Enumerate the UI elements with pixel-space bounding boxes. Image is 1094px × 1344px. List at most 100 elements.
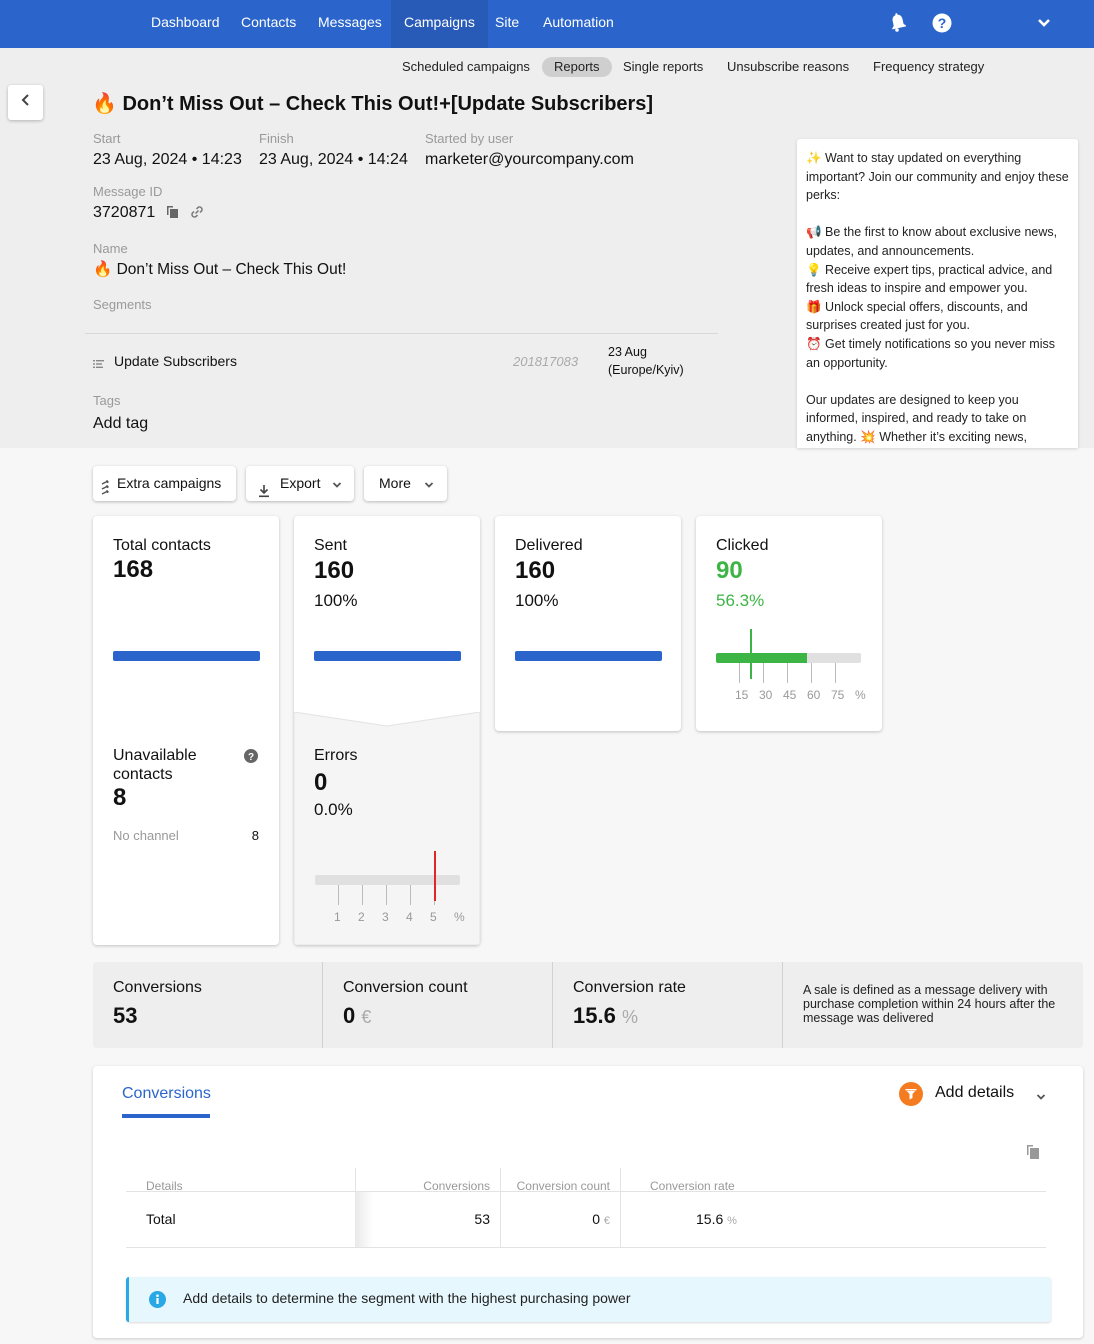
errors-percent: 0.0% <box>314 800 353 819</box>
message-id-label: Message ID <box>93 184 163 199</box>
column-header-conversions: Conversions <box>423 1179 490 1193</box>
help-icon[interactable]: ? <box>244 749 258 768</box>
scale-marker <box>750 629 753 679</box>
conversion-count-cell: Conversion count 0 € <box>322 962 552 1048</box>
scale-tick-label: 2 <box>358 910 365 924</box>
name-label: Name <box>93 241 128 256</box>
divider <box>85 333 718 334</box>
row-divider <box>126 1247 1046 1248</box>
total-contacts-card: Total contacts 168 Unavailable contacts … <box>93 516 279 945</box>
chevron-down-icon <box>424 467 434 502</box>
top-navigation: Dashboard Contacts Messages Campaigns Si… <box>0 0 1094 48</box>
clicked-value: 90 <box>716 557 743 584</box>
active-tab-indicator <box>122 1114 210 1118</box>
scale-tick-label: 75 <box>831 688 845 702</box>
message-preview: ✨ Want to stay updated on everything imp… <box>797 139 1078 448</box>
errors-scale: 1 2 3 4 5% <box>315 851 465 924</box>
finish-label: Finish <box>259 131 294 146</box>
conversion-count-label: Conversion count <box>343 979 468 996</box>
conversion-note-cell: A sale is defined as a message delivery … <box>782 962 1083 1048</box>
nav-messages[interactable]: Messages <box>305 0 395 48</box>
column-divider <box>620 1168 621 1248</box>
column-header-conversion-count: Conversion count <box>516 1179 610 1193</box>
scale-tick-label: 45 <box>783 688 797 702</box>
scale-tick-label: 1 <box>334 910 341 924</box>
percent-unit: % <box>621 1007 638 1027</box>
copy-icon[interactable] <box>166 205 180 224</box>
segment-timezone: (Europe/Kyiv) <box>608 363 684 377</box>
delivered-bar-fill <box>515 651 662 661</box>
back-button[interactable] <box>8 85 43 120</box>
export-button[interactable]: Export <box>246 466 354 501</box>
scale-fill <box>716 653 807 663</box>
subnav-single-reports[interactable]: Single reports <box>623 57 703 77</box>
scale-tick <box>835 663 836 683</box>
link-icon[interactable] <box>189 204 205 225</box>
subnav-scheduled-campaigns[interactable]: Scheduled campaigns <box>402 57 530 77</box>
clicked-card: Clicked 90 56.3% 15 30 45 60 75% <box>696 516 882 731</box>
subnav-unsubscribe-reasons[interactable]: Unsubscribe reasons <box>727 57 849 77</box>
scale-tick <box>763 663 764 683</box>
scale-marker <box>434 851 436 901</box>
funnel-icon <box>899 1082 923 1111</box>
row-percent-unit: % <box>727 1215 737 1227</box>
message-id-value: 3720871 <box>93 204 156 221</box>
unavailable-contacts-label: Unavailable contacts <box>113 747 197 783</box>
more-button[interactable]: More <box>364 466 447 501</box>
subnav-frequency-strategy[interactable]: Frequency strategy <box>873 57 984 77</box>
scale-tick-label: 3 <box>382 910 389 924</box>
chevron-left-icon <box>21 94 29 106</box>
add-tag-link[interactable]: Add tag <box>93 415 148 433</box>
scale-tick-label: 5 <box>430 910 437 924</box>
scale-tick-label: 60 <box>807 688 821 702</box>
delivered-bar <box>515 651 662 661</box>
nav-automation[interactable]: Automation <box>530 0 627 48</box>
started-by-label: Started by user <box>425 131 514 146</box>
nav-dashboard[interactable]: Dashboard <box>138 0 233 48</box>
account-chevron-down-icon[interactable] <box>1037 16 1051 34</box>
scale-tick <box>410 885 411 905</box>
sent-card: Sent 160 100% Errors 0 0.0% 1 2 3 4 5% <box>294 516 480 945</box>
segment-name[interactable]: Update Subscribers <box>114 353 237 369</box>
unavailable-contacts-value: 8 <box>113 784 127 811</box>
delivered-card: Delivered 160 100% <box>495 516 681 731</box>
subnav-reports[interactable]: Reports <box>542 57 612 77</box>
delivered-value: 160 <box>515 557 556 584</box>
row-conversions: 53 <box>474 1211 490 1227</box>
tags-label: Tags <box>93 393 121 408</box>
scale-tick-label: % <box>454 910 465 924</box>
nav-site[interactable]: Site <box>482 0 532 48</box>
no-channel-value: 8 <box>251 828 259 843</box>
add-details-label: Add details <box>935 1084 1015 1101</box>
column-header-details: Details <box>146 1179 183 1193</box>
conversion-rate-cell: Conversion rate 15.6 % <box>552 962 782 1048</box>
add-details-button[interactable]: Add details <box>899 1082 1059 1106</box>
no-channel-label: No channel <box>113 828 179 843</box>
delivered-percent: 100% <box>515 591 559 610</box>
name-value: 🔥 Don’t Miss Out – Check This Out! <box>93 261 347 278</box>
row-conversion-count: 0 <box>592 1211 600 1227</box>
scale-tick <box>362 885 363 905</box>
column-header-conversion-rate: Conversion rate <box>650 1179 735 1193</box>
conversions-panel: Conversions Add details Details Conversi… <box>93 1066 1083 1338</box>
nav-campaigns[interactable]: Campaigns <box>391 0 488 48</box>
nav-contacts[interactable]: Contacts <box>228 0 309 48</box>
copy-table-icon[interactable] <box>1026 1144 1040 1165</box>
sent-label: Sent <box>314 537 347 554</box>
delivered-label: Delivered <box>515 537 583 554</box>
svg-text:?: ? <box>248 752 254 763</box>
scale-tick-label: 30 <box>759 688 773 702</box>
start-value: 23 Aug, 2024 • 14:23 <box>93 151 242 168</box>
total-contacts-value: 168 <box>113 556 154 583</box>
start-label: Start <box>93 131 121 146</box>
scale-tick <box>811 663 812 683</box>
help-icon[interactable]: ? <box>932 13 952 38</box>
sent-bar <box>314 651 461 661</box>
extra-campaigns-button[interactable]: Extra campaigns <box>93 466 236 501</box>
conversions-value: 53 <box>113 1003 138 1028</box>
total-contacts-bar-fill <box>113 651 260 661</box>
column-shadow <box>355 1192 373 1248</box>
sent-value: 160 <box>314 557 355 584</box>
bell-icon[interactable] <box>889 12 907 37</box>
tab-conversions[interactable]: Conversions <box>122 1085 211 1103</box>
